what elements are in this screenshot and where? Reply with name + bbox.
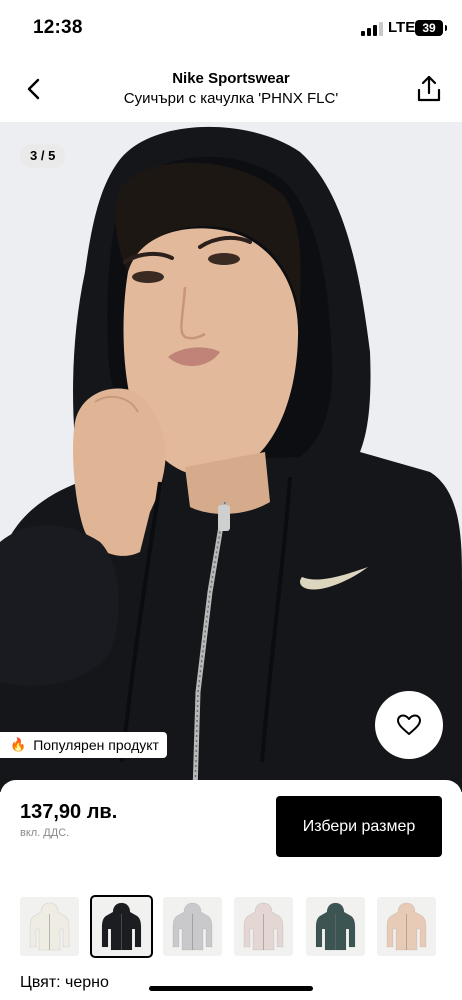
- color-swatch-dark-green[interactable]: [306, 897, 365, 956]
- share-icon: [417, 75, 441, 102]
- share-button[interactable]: [412, 72, 446, 106]
- heart-icon: [397, 714, 421, 735]
- hoodie-thumbnail: [234, 897, 293, 956]
- product-image-gallery[interactable]: 3 / 5 🔥 Популярен продукт: [0, 122, 462, 792]
- purchase-panel: 137,90 лв. вкл. ДДС. Избери размер Цвят:…: [0, 780, 462, 1000]
- status-time: 12:38: [33, 17, 83, 38]
- hoodie-thumbnail: [377, 897, 436, 956]
- hoodie-thumbnail: [306, 897, 365, 956]
- color-swatch-beige[interactable]: [377, 897, 436, 956]
- hoodie-thumbnail: [163, 897, 222, 956]
- status-bar: 12:38 LTE 39: [0, 0, 462, 58]
- color-swatches: [20, 895, 462, 959]
- popular-badge-label: Популярен продукт: [33, 737, 159, 753]
- nav-header: Nike Sportswear Суичъри с качулка 'PHNX …: [0, 58, 462, 122]
- product-page: 12:38 LTE 39 Nike Sportswear Суичъри с к…: [0, 0, 462, 1000]
- color-swatch-black[interactable]: [90, 895, 153, 958]
- home-indicator: [149, 986, 313, 991]
- product-title: Суичъри с качулка 'PHNX FLC': [123, 90, 339, 107]
- vat-note: вкл. ДДС.: [20, 827, 70, 839]
- gallery-page-indicator: 3 / 5: [20, 144, 66, 168]
- wishlist-button[interactable]: [375, 691, 443, 759]
- fire-icon: 🔥: [10, 737, 27, 752]
- selected-color-label: Цвят: черно: [20, 974, 109, 991]
- popular-badge: 🔥 Популярен продукт: [0, 732, 167, 758]
- hoodie-thumbnail: [20, 897, 79, 956]
- color-swatch-light-pink[interactable]: [234, 897, 293, 956]
- hoodie-thumbnail: [92, 897, 151, 956]
- product-photo: [0, 122, 462, 792]
- color-swatch-grey[interactable]: [163, 897, 222, 956]
- price: 137,90 лв.: [20, 801, 118, 823]
- signal-icon: [361, 22, 383, 36]
- battery-icon: 39: [415, 20, 447, 36]
- color-swatch-cream[interactable]: [20, 897, 79, 956]
- network-label: LTE: [388, 19, 416, 36]
- select-size-button[interactable]: Избери размер: [276, 796, 442, 857]
- brand-name: Nike Sportswear: [172, 70, 290, 87]
